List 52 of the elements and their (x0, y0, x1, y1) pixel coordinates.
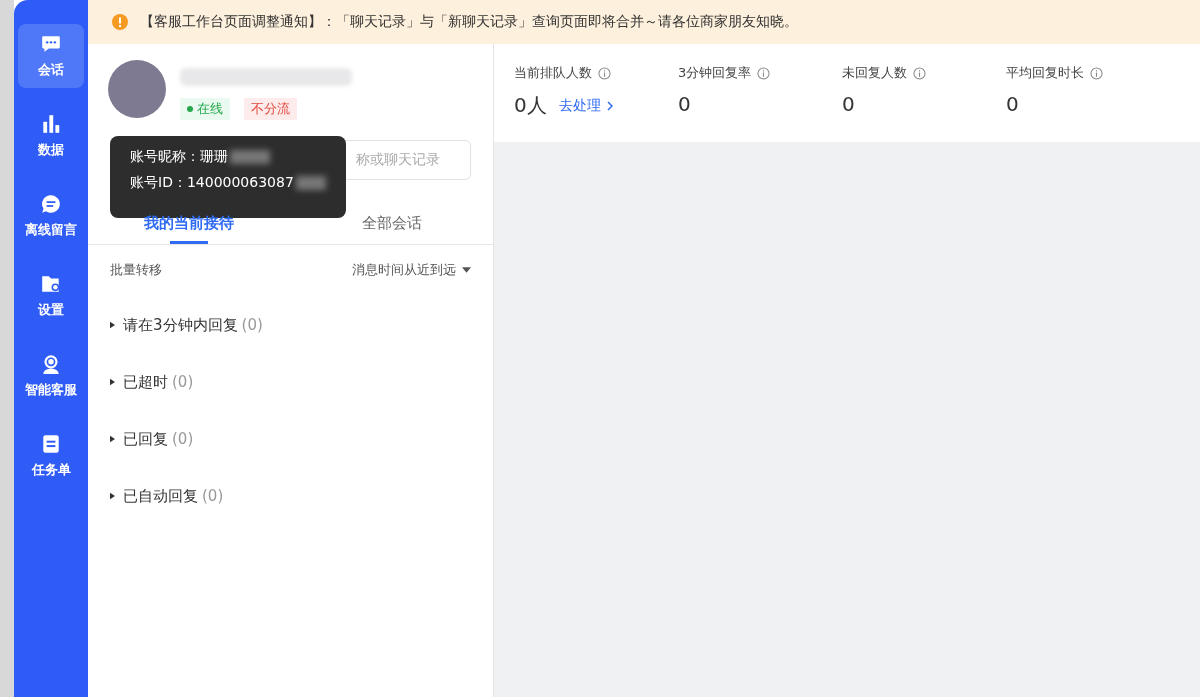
group-label: 已自动回复 (123, 486, 198, 506)
group-label: 已超时 (123, 372, 168, 392)
group-row[interactable]: 已自动回复 (0) (110, 484, 224, 508)
stat-value: 0人 (514, 92, 547, 119)
group-label: 已回复 (123, 429, 168, 449)
status-badge: 在线 (180, 98, 230, 120)
group-label: 请在3分钟内回复 (123, 315, 238, 335)
sort-dropdown[interactable]: 消息时间从近到远 (352, 261, 471, 279)
folder-gear-icon (40, 273, 62, 295)
sidebar-item[interactable]: 数据 (18, 104, 84, 168)
group-count: (0) (241, 316, 263, 334)
chevron-right-icon (606, 100, 613, 111)
blurred-text (230, 150, 270, 164)
sidebar-item[interactable]: 会话 (18, 24, 84, 88)
group-row[interactable]: 已回复 (0) (110, 427, 194, 451)
info-icon (757, 66, 771, 80)
process-link[interactable]: 去处理 (558, 96, 613, 115)
sidebar-item[interactable]: 任务单 (18, 424, 84, 488)
caret-icon (462, 267, 471, 273)
tab[interactable]: 我的当前接待 (88, 202, 291, 244)
document-icon (40, 433, 62, 455)
group-count: (0) (172, 430, 194, 448)
headset-person-icon (40, 353, 62, 375)
stat-label: 当前排队人数 (514, 64, 592, 82)
group-count: (0) (202, 487, 224, 505)
stat-value: 0 (678, 92, 691, 116)
message-bubble-icon (40, 193, 62, 215)
info-icon (598, 66, 611, 80)
sidebar-item[interactable]: 离线留言 (18, 184, 84, 248)
sidebar-item[interactable]: 设置 (18, 264, 84, 328)
group-row[interactable]: 请在3分钟内回复 (0) (110, 313, 263, 337)
stat-label: 平均回复时长 (1006, 64, 1084, 82)
group-count: (0) (172, 373, 194, 391)
tab[interactable]: 全部会话 (290, 202, 493, 244)
info-icon (913, 66, 926, 80)
notice-text: 【客服工作台页面调整通知】：「聊天记录」与「新聊天记录」查询页面即将合并～请各位商家朋友知晓。 (140, 13, 798, 31)
sidebar-item[interactable]: 智能客服 (18, 344, 84, 408)
status-badge: 不分流 (244, 98, 297, 120)
info-icon (1090, 66, 1103, 80)
batch-transfer-link[interactable]: 批量转移 (110, 261, 162, 279)
group-row[interactable]: 已超时 (0) (110, 370, 194, 394)
blurred-text (295, 176, 326, 190)
chat-bubble-icon (40, 33, 62, 55)
bar-chart-icon (40, 113, 62, 135)
stat-label: 3分钟回复率 (678, 64, 752, 82)
tooltip-text: 账号ID：140000063087 (130, 174, 294, 192)
stat-label: 未回复人数 (842, 64, 907, 82)
stat-value: 0 (842, 92, 855, 116)
warning-icon (112, 14, 128, 30)
avatar (108, 60, 166, 118)
tooltip-text: 账号昵称：珊珊 (130, 148, 228, 166)
stat-value: 0 (1006, 92, 1019, 116)
